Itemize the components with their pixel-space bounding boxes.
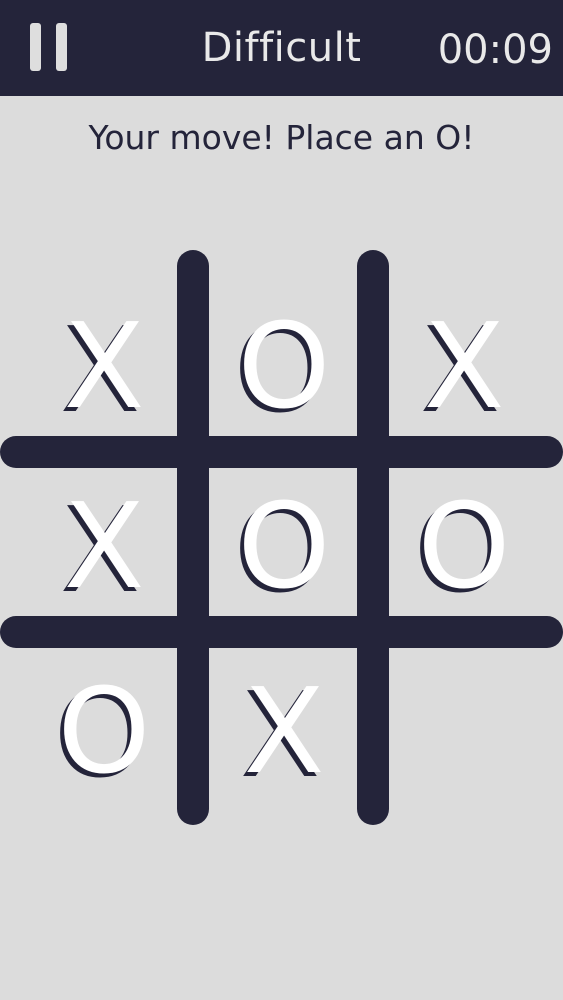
board-cell-r1-c1[interactable]: X xyxy=(18,280,190,452)
board-cell-r2-c3[interactable]: O xyxy=(378,460,550,632)
board-cell-r3-c3[interactable] xyxy=(378,645,550,817)
board-cell-r2-c2[interactable]: O xyxy=(198,460,370,632)
board-cell-r3-c1[interactable]: O xyxy=(18,645,190,817)
board-cell-r1-c3[interactable]: X xyxy=(378,280,550,452)
game-timer: 00:09 xyxy=(437,27,553,73)
top-bar: Difficult 00:09 xyxy=(0,0,563,96)
status-message: Your move! Place an O! xyxy=(88,118,475,157)
board-cell-r3-c2[interactable]: X xyxy=(198,645,370,817)
board-cell-r1-c2[interactable]: O xyxy=(198,280,370,452)
board-cell-r2-c1[interactable]: X xyxy=(18,460,190,632)
